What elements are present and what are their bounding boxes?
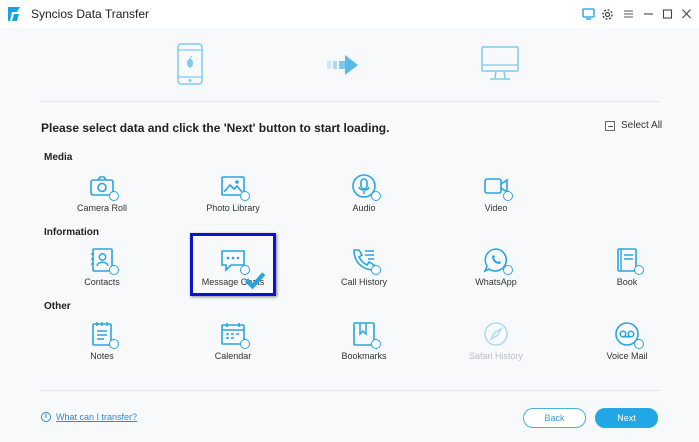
item-label: Photo Library (206, 203, 260, 213)
feedback-icon[interactable] (580, 6, 596, 22)
checkbox-circle[interactable] (109, 265, 119, 275)
checkbox-circle[interactable] (240, 191, 250, 201)
checkbox-circle[interactable] (240, 339, 250, 349)
item-label: Call History (340, 277, 387, 287)
compass-icon (484, 322, 508, 346)
top-divider (40, 101, 660, 102)
item-label: Calendar (214, 351, 252, 361)
checkbox-circle[interactable] (109, 191, 119, 201)
help-link-text[interactable]: What can I transfer? (56, 412, 137, 422)
select-all-checkbox[interactable] (605, 120, 615, 131)
item-notes[interactable]: Notes (42, 320, 162, 361)
item-camera-roll[interactable]: Camera Roll (42, 172, 162, 213)
next-button[interactable]: Next (595, 408, 658, 428)
item-bookmarks[interactable]: Bookmarks (304, 320, 424, 361)
info-icon: i (41, 412, 51, 422)
item-whatsapp[interactable]: WhatsApp (436, 246, 556, 287)
item-label: Bookmarks (341, 351, 387, 361)
item-audio[interactable]: Audio (304, 172, 424, 213)
item-label: Contacts (84, 277, 120, 287)
item-photo-library[interactable]: Photo Library (173, 172, 293, 213)
select-all-label: Select All (621, 120, 663, 131)
checkbox-circle[interactable] (634, 339, 644, 349)
bottom-divider (40, 390, 660, 391)
item-label: WhatsApp (475, 277, 517, 287)
item-label: Notes (90, 351, 114, 361)
checkbox-circle[interactable] (503, 191, 513, 201)
menu-icon[interactable] (620, 6, 636, 22)
instruction-text: Please select data and click the 'Next' … (41, 121, 390, 135)
help-link[interactable]: i What can I transfer? (41, 412, 137, 422)
item-calendar[interactable]: Calendar (173, 320, 293, 361)
item-safari-history: Safari History (436, 320, 556, 361)
back-button[interactable]: Back (523, 408, 586, 428)
ios-phone-icon (177, 43, 203, 85)
section-label-other: Other (44, 301, 71, 312)
maximize-icon[interactable] (659, 6, 675, 22)
syncios-logo-icon (8, 7, 20, 21)
item-contacts[interactable]: Contacts (42, 246, 162, 287)
checkbox-circle[interactable] (503, 265, 513, 275)
gear-icon[interactable] (599, 6, 615, 22)
section-label-information: Information (44, 227, 99, 238)
checkbox-circle[interactable] (634, 265, 644, 275)
item-label: Safari History (468, 351, 523, 361)
item-label: Book (616, 277, 638, 287)
item-label: Camera Roll (76, 203, 127, 213)
main-panel (0, 28, 699, 442)
select-all-toggle[interactable]: Select All (605, 120, 662, 131)
checkbox-circle[interactable] (109, 339, 119, 349)
title-bar: Syncios Data Transfer (0, 0, 699, 28)
item-label: Voice Mail (606, 351, 648, 361)
item-voice-mail[interactable]: Voice Mail (567, 320, 687, 361)
computer-monitor-icon (481, 46, 519, 80)
checkbox-circle[interactable] (371, 265, 381, 275)
checkbox-circle[interactable] (371, 191, 381, 201)
app-title: Syncios Data Transfer (31, 7, 150, 21)
transfer-arrow-icon (327, 55, 358, 75)
item-label: Audio (352, 203, 376, 213)
item-call-history[interactable]: Call History (304, 246, 424, 287)
item-label: Video (484, 203, 508, 213)
checkbox-circle[interactable] (371, 339, 381, 349)
item-book[interactable]: Book (567, 246, 687, 287)
selection-highlight-box (190, 233, 276, 296)
item-video[interactable]: Video (436, 172, 556, 213)
minimize-icon[interactable] (640, 6, 656, 22)
section-label-media: Media (44, 152, 73, 163)
close-icon[interactable] (678, 6, 694, 22)
